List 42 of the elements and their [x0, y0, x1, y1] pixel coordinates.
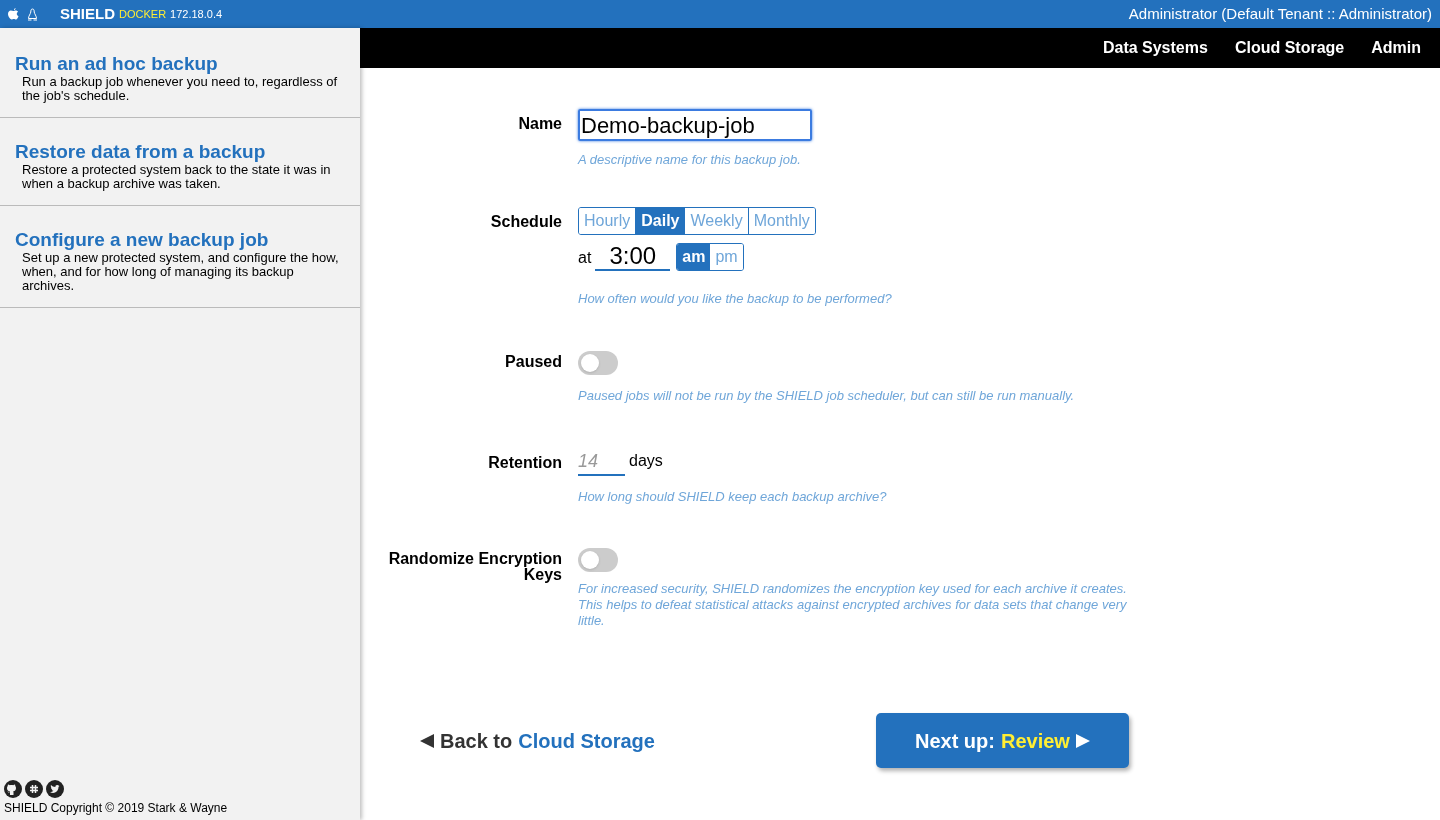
back-link[interactable]: Back to Cloud Storage — [420, 725, 655, 756]
hint-text: How long should SHIELD keep each backup archive? — [578, 489, 888, 505]
field-label: Randomize Encryption Keys — [387, 549, 562, 585]
twitter-icon[interactable] — [46, 780, 64, 798]
sidebar-description: Set up a new protected system, and configure the how, when, and for how long of managing its backup archives. — [22, 251, 340, 293]
slack-icon[interactable] — [25, 780, 43, 798]
field-label: Name — [517, 114, 562, 134]
sidebar-link[interactable]: Restore data from a backup — [15, 141, 348, 163]
unit-label: days — [629, 451, 663, 471]
period-option[interactable]: am — [677, 244, 711, 270]
left-triangle-icon — [420, 733, 434, 748]
sidebar-link[interactable]: Run an ad hoc backup — [15, 53, 348, 75]
schedule-option[interactable]: Daily — [635, 208, 685, 234]
apple-icon — [8, 7, 19, 21]
toggle-switch[interactable] — [578, 548, 618, 572]
at-label: at — [578, 248, 592, 268]
right-triangle-icon — [1075, 733, 1090, 748]
time-field[interactable]: 3:00 — [595, 243, 671, 271]
environment-label: DOCKER — [119, 6, 167, 22]
github-icon[interactable] — [4, 780, 22, 798]
nav-link[interactable]: Cloud Storage — [1234, 36, 1345, 60]
sidebar-link[interactable]: Configure a new backup job — [15, 229, 348, 251]
hint-text: How often would you like the backup to be performed? — [578, 291, 893, 307]
hint-text: Paused jobs will not be run by the SHIELD job scheduler, but can still be run manually. — [578, 388, 1076, 404]
hint-text: A descriptive name for this backup job. — [578, 152, 802, 168]
sidebar-description: Restore a protected system back to the state it was in when a backup archive was taken. — [22, 163, 332, 191]
toggle-switch[interactable] — [578, 351, 618, 375]
nav-link[interactable]: Admin — [1371, 36, 1421, 60]
brand-name: SHIELD — [60, 3, 115, 24]
retention-field[interactable]: 14 — [578, 448, 625, 476]
ip-address: 172.18.0.4 — [170, 6, 223, 22]
hint-text: For increased security, SHIELD randomizes the encryption key used for each archive it creates. This helps to defeat statistical attacks against encrypted archives for data sets that change very little. — [578, 581, 1128, 629]
nav-link[interactable]: Data Systems — [1102, 36, 1208, 60]
field-label: Paused — [504, 352, 562, 372]
copyright-text: SHIELD Copyright © 2019 Stark & Wayne — [4, 800, 229, 817]
schedule-option[interactable]: Monthly — [747, 208, 815, 234]
field-label: Retention — [487, 453, 562, 473]
next-button[interactable]: Next up: Review — [875, 713, 1129, 768]
sidebar-description: Run a backup job whenever you need to, regardless of the job's schedule. — [22, 75, 339, 103]
user-label: Administrator (Default Tenant :: Administrator) — [1128, 3, 1432, 24]
field-label: Schedule — [489, 212, 562, 232]
name-field[interactable]: Demo-backup-job — [578, 109, 812, 141]
